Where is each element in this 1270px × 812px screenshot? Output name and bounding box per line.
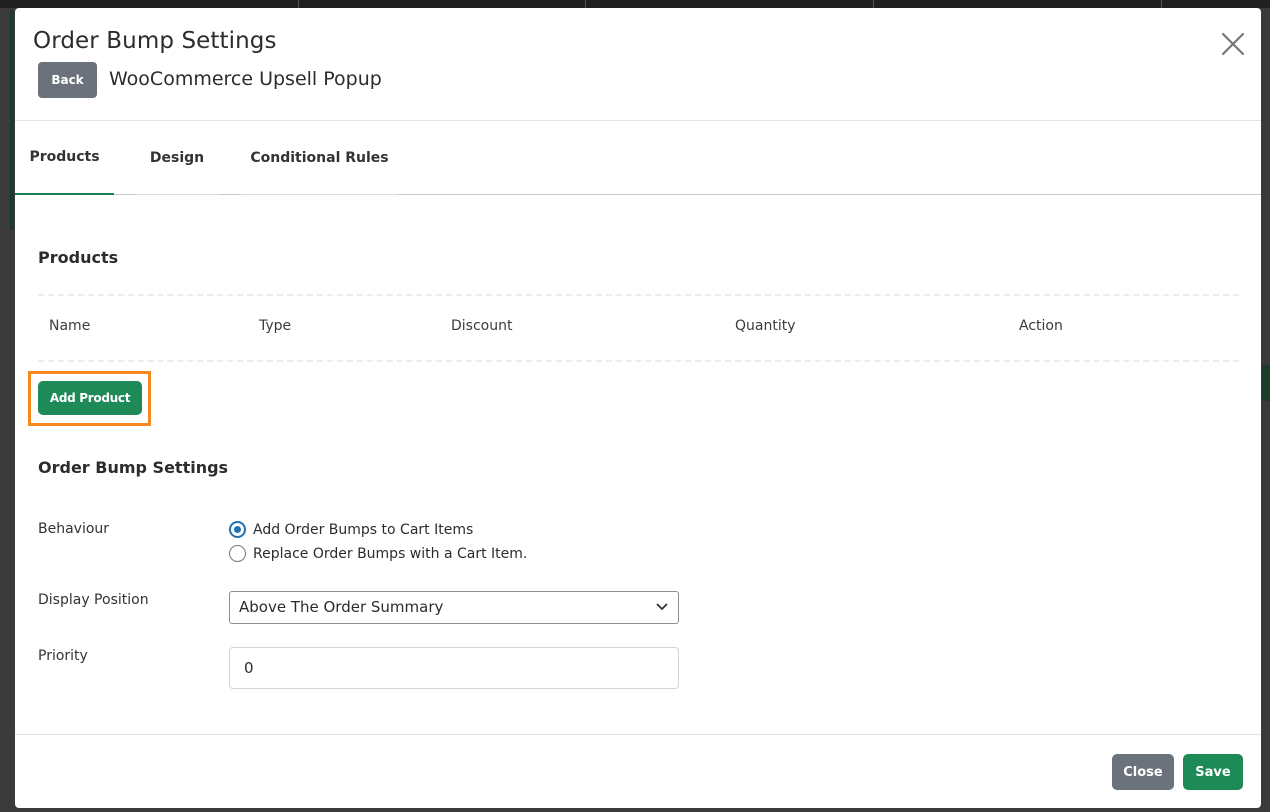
display-position-label: Display Position [38,592,149,608]
column-header-quantity: Quantity [735,318,796,334]
close-button[interactable]: Close [1112,754,1174,790]
modal-subtitle: WooCommerce Upsell Popup [109,68,382,90]
radio-checked[interactable] [229,521,246,538]
settings-tabs: Products Design Conditional Rules [15,121,1261,195]
behaviour-option-label: Replace Order Bumps with a Cart Item. [253,545,528,562]
close-icon[interactable] [1219,30,1247,58]
tab-conditional-rules[interactable]: Conditional Rules [241,121,398,195]
behaviour-option-label: Add Order Bumps to Cart Items [253,521,474,538]
modal-title: Order Bump Settings [33,28,277,54]
display-position-value: Above The Order Summary [239,598,444,616]
modal-footer: Close Save [15,734,1261,808]
backdrop-top-bar [0,0,1270,8]
backdrop-divider [873,0,874,8]
tab-design[interactable]: Design [136,121,218,195]
backdrop-divider [1161,0,1162,8]
save-button[interactable]: Save [1183,754,1243,790]
column-header-action: Action [1019,318,1063,334]
products-table-header: Name Type Discount Quantity Action [38,294,1239,362]
tab-products[interactable]: Products [15,121,114,195]
display-position-select[interactable]: Above The Order Summary [229,591,679,624]
modal-header: Order Bump Settings Back WooCommerce Ups… [15,8,1261,121]
column-header-name: Name [49,318,91,334]
behaviour-label: Behaviour [38,521,110,537]
priority-input[interactable]: 0 [229,647,679,689]
backdrop-divider [298,0,299,8]
column-header-type: Type [259,318,292,334]
back-button[interactable]: Back [38,62,97,98]
add-product-button[interactable]: Add Product [38,381,142,415]
order-bump-settings-modal: Order Bump Settings Back WooCommerce Ups… [15,8,1261,808]
radio-unchecked[interactable] [229,545,246,562]
priority-label: Priority [38,648,88,664]
backdrop-accent-right [1262,365,1270,401]
column-header-discount: Discount [451,318,513,334]
chevron-down-icon [655,602,669,612]
backdrop-divider [585,0,586,8]
products-section-title: Products [38,248,119,267]
order-bump-section-title: Order Bump Settings [38,458,229,477]
behaviour-option-replace[interactable]: Replace Order Bumps with a Cart Item. [229,545,527,562]
behaviour-option-add[interactable]: Add Order Bumps to Cart Items [229,521,473,538]
backdrop-accent-left [10,10,14,230]
